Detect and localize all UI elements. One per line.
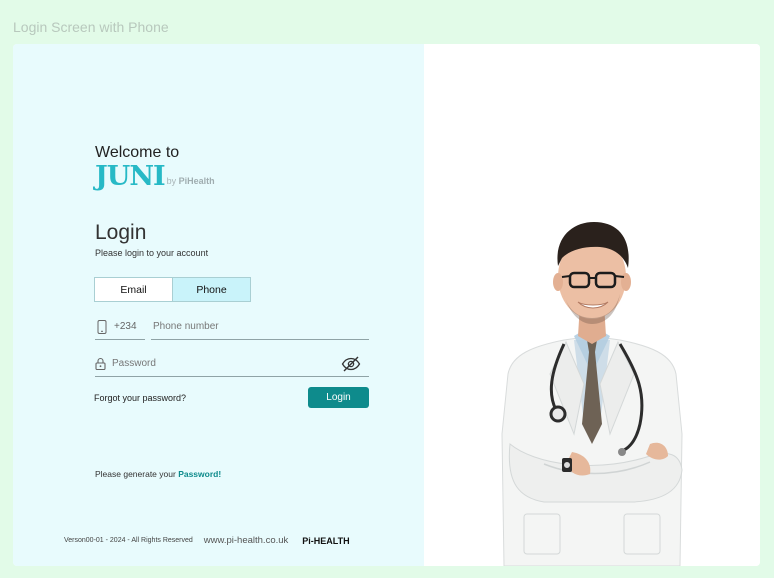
generate-text: Please generate your bbox=[95, 469, 176, 479]
lock-icon bbox=[95, 357, 106, 370]
brand-by: by bbox=[166, 176, 177, 186]
pihealth-logo: Pi-HEALTH bbox=[302, 535, 350, 546]
login-method-toggle: Email Phone bbox=[94, 277, 251, 302]
phone-input[interactable] bbox=[151, 314, 369, 340]
doctor-photo bbox=[501, 222, 683, 566]
generate-password-link[interactable]: Password! bbox=[178, 469, 221, 479]
frame-title: Login Screen with Phone bbox=[13, 19, 169, 35]
brand-name: JUNI bbox=[95, 161, 166, 192]
forgot-password-link[interactable]: Forgot your password? bbox=[94, 393, 186, 403]
country-code: +234 bbox=[114, 321, 137, 332]
footer-version: Verson00-01 - 2024 - All Rights Reserved bbox=[64, 537, 193, 544]
login-card: Welcome to JUNI by PiHealth Login Please… bbox=[13, 44, 760, 566]
phone-field: +234 bbox=[95, 314, 369, 340]
eye-slash-icon[interactable] bbox=[341, 356, 361, 372]
tab-email[interactable]: Email bbox=[95, 278, 173, 301]
hero-panel bbox=[424, 44, 760, 566]
generate-password-prompt: Please generate your Password! bbox=[95, 469, 221, 479]
country-code-select[interactable]: +234 bbox=[95, 314, 145, 340]
login-subtitle: Please login to your account bbox=[95, 248, 209, 258]
login-button[interactable]: Login bbox=[308, 387, 369, 408]
footer: Verson00-01 - 2024 - All Rights Reserved… bbox=[64, 535, 350, 546]
brand-logo: JUNI by PiHealth bbox=[95, 162, 215, 192]
phone-icon bbox=[97, 319, 107, 334]
brand-byline: by PiHealth bbox=[167, 176, 215, 186]
login-title: Login bbox=[95, 221, 147, 244]
login-panel: Welcome to JUNI by PiHealth Login Please… bbox=[13, 44, 424, 566]
tab-phone[interactable]: Phone bbox=[173, 278, 250, 301]
brand-sub: PiHealth bbox=[178, 176, 215, 186]
password-field bbox=[95, 351, 369, 377]
footer-url[interactable]: www.pi-health.co.uk bbox=[204, 535, 288, 546]
password-input[interactable] bbox=[106, 351, 341, 376]
welcome-text: Welcome to bbox=[95, 144, 180, 161]
